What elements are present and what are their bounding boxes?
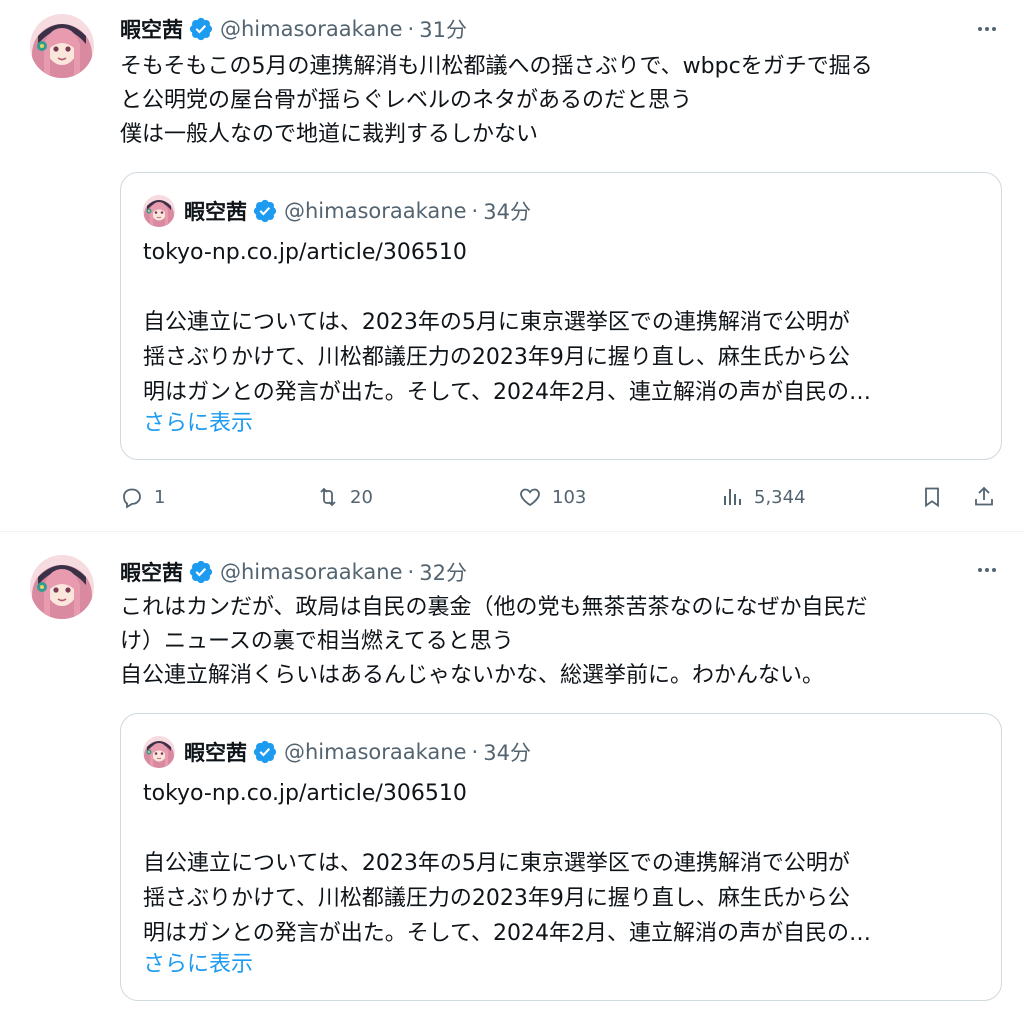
tweet-header: 暇空茜 @himasoraakane · 32分 bbox=[120, 555, 467, 589]
quoted-timestamp[interactable]: 34分 bbox=[483, 196, 531, 226]
share-button[interactable] bbox=[972, 477, 996, 517]
tweet-text-line: 自公連立解消くらいはあるんじゃないかな、総選挙前に。わかんない。 bbox=[120, 663, 825, 688]
timestamp[interactable]: 32分 bbox=[419, 557, 467, 587]
tweet-text-line: 僕は一般人なので地道に裁判するしかない bbox=[120, 122, 539, 147]
avatar[interactable] bbox=[30, 555, 94, 619]
tweet-actions: 1 20 103 5,344 bbox=[120, 477, 1005, 517]
quoted-timestamp[interactable]: 34分 bbox=[483, 737, 531, 767]
retweet-button[interactable]: 20 bbox=[316, 477, 373, 517]
bookmark-icon bbox=[925, 487, 939, 508]
quoted-text-line: 揺さぶりかけて、川松都議圧力の2023年9月に握り直し、麻生氏から公 bbox=[143, 345, 850, 370]
like-count: 103 bbox=[552, 486, 587, 508]
separator: · bbox=[407, 560, 415, 584]
quoted-tweet-header: 暇空茜 @himasoraakane · 34分 bbox=[143, 734, 531, 770]
separator: · bbox=[407, 17, 415, 41]
tweet-text-line: と公明党の屋台骨が揺らぐレベルのネタがあるのだと思う bbox=[120, 88, 693, 113]
quoted-avatar[interactable] bbox=[143, 736, 175, 768]
timestamp[interactable]: 31分 bbox=[419, 14, 467, 44]
retweet-count: 20 bbox=[350, 486, 373, 508]
article-link[interactable]: tokyo-np.co.jp/article/306510 bbox=[143, 236, 467, 270]
quoted-text-line: 揺さぶりかけて、川松都議圧力の2023年9月に握り直し、麻生氏から公 bbox=[143, 886, 850, 911]
tweet[interactable]: 暇空茜 @himasoraakane · 31分 そもそもこの5月の連携解消も川… bbox=[0, 0, 1024, 532]
display-name[interactable]: 暇空茜 bbox=[120, 557, 183, 587]
heart-icon bbox=[520, 488, 540, 507]
verified-badge-icon bbox=[188, 16, 214, 42]
separator: · bbox=[471, 199, 479, 223]
quoted-tweet[interactable]: 暇空茜 @himasoraakane · 34分 tokyo-np.co.jp/… bbox=[120, 713, 1002, 1001]
tweet-header: 暇空茜 @himasoraakane · 31分 bbox=[120, 12, 467, 46]
quoted-text-line: 自公連立については、2023年の5月に東京選挙区での連携解消で公明が bbox=[143, 851, 850, 876]
verified-badge-icon bbox=[188, 559, 214, 585]
user-handle[interactable]: @himasoraakane bbox=[220, 560, 403, 584]
quoted-display-name[interactable]: 暇空茜 bbox=[184, 196, 247, 226]
more-options-icon[interactable] bbox=[972, 14, 1002, 44]
reply-button[interactable]: 1 bbox=[120, 477, 165, 517]
retweet-icon bbox=[320, 487, 336, 507]
quoted-tweet-text: 自公連立については、2023年の5月に東京選挙区での連携解消で公明が 揺さぶりか… bbox=[143, 846, 871, 951]
views-chart-icon bbox=[724, 489, 741, 505]
tweet-text-line: け）ニュースの裏で相当燃えてると思う bbox=[120, 629, 514, 654]
quoted-text-line: 明はガンとの発言が出た。そして、2024年2月、連立解消の声が自民の… bbox=[143, 921, 872, 946]
verified-badge-icon bbox=[252, 739, 278, 765]
quoted-avatar[interactable] bbox=[143, 195, 175, 227]
quoted-display-name[interactable]: 暇空茜 bbox=[184, 737, 247, 767]
quoted-user-handle[interactable]: @himasoraakane bbox=[284, 740, 467, 764]
share-icon bbox=[975, 486, 993, 506]
show-more-link[interactable]: さらに表示 bbox=[143, 948, 253, 982]
reply-count: 1 bbox=[154, 486, 166, 508]
article-link[interactable]: tokyo-np.co.jp/article/306510 bbox=[143, 777, 467, 811]
quoted-text-line: 明はガンとの発言が出た。そして、2024年2月、連立解消の声が自民の… bbox=[143, 380, 872, 405]
views-count: 5,344 bbox=[754, 486, 806, 508]
separator: · bbox=[471, 740, 479, 764]
quoted-tweet[interactable]: 暇空茜 @himasoraakane · 34分 tokyo-np.co.jp/… bbox=[120, 172, 1002, 460]
quoted-text-line: 自公連立については、2023年の5月に東京選挙区での連携解消で公明が bbox=[143, 310, 850, 335]
tweet-text: これはカンだが、政局は自民の裏金（他の党も無茶苦茶なのになぜか自民だ け）ニュー… bbox=[120, 591, 1005, 693]
quoted-user-handle[interactable]: @himasoraakane bbox=[284, 199, 467, 223]
show-more-link[interactable]: さらに表示 bbox=[143, 407, 253, 441]
user-handle[interactable]: @himasoraakane bbox=[220, 17, 403, 41]
tweet[interactable]: 暇空茜 @himasoraakane · 32分 これはカンだが、政局は自民の裏… bbox=[0, 533, 1024, 1024]
display-name[interactable]: 暇空茜 bbox=[120, 14, 183, 44]
tweet-text-line: そもそもこの5月の連携解消も川松都議への揺さぶりで、wbpcをガチで掘る bbox=[120, 54, 873, 79]
avatar[interactable] bbox=[30, 14, 94, 78]
quoted-tweet-text: 自公連立については、2023年の5月に東京選挙区での連携解消で公明が 揺さぶりか… bbox=[143, 305, 871, 410]
more-options-icon[interactable] bbox=[972, 555, 1002, 585]
reply-icon bbox=[123, 488, 141, 509]
views-button[interactable]: 5,344 bbox=[720, 477, 806, 517]
bookmark-button[interactable] bbox=[920, 477, 944, 517]
tweet-text: そもそもこの5月の連携解消も川松都議への揺さぶりで、wbpcをガチで掘る と公明… bbox=[120, 50, 1005, 152]
verified-badge-icon bbox=[252, 198, 278, 224]
tweet-text-line: これはカンだが、政局は自民の裏金（他の党も無茶苦茶なのになぜか自民だ bbox=[120, 595, 868, 620]
quoted-tweet-header: 暇空茜 @himasoraakane · 34分 bbox=[143, 193, 531, 229]
like-button[interactable]: 103 bbox=[518, 477, 586, 517]
